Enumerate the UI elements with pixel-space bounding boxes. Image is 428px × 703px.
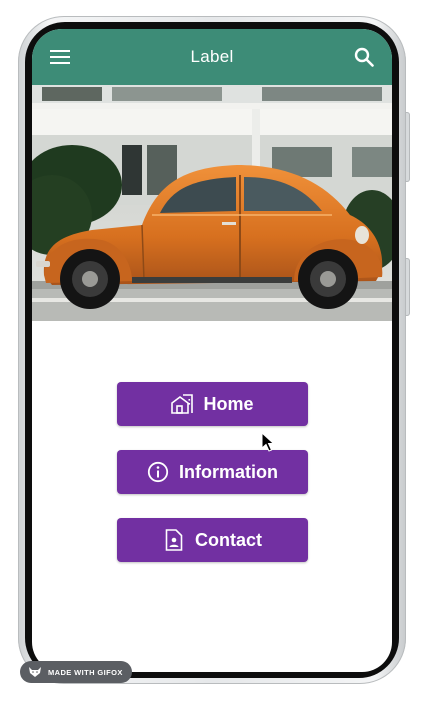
contact-button[interactable]: Contact <box>117 518 308 562</box>
house-icon <box>171 393 194 415</box>
information-button-label: Information <box>179 461 278 482</box>
hero-car-image <box>32 85 392 321</box>
home-button-label: Home <box>203 393 254 414</box>
phone-power-button <box>405 258 410 316</box>
home-button[interactable]: Home <box>117 382 308 426</box>
app-screen: Label Home Information Contact <box>32 29 392 672</box>
contact-button-label: Contact <box>195 529 262 550</box>
info-circle-icon <box>147 461 169 483</box>
mouse-cursor-icon <box>261 432 275 452</box>
information-button[interactable]: Information <box>117 450 308 494</box>
gifox-watermark: MADE WITH GIFOX <box>20 661 132 683</box>
hamburger-menu-icon[interactable] <box>32 29 88 85</box>
phone-volume-button <box>405 112 410 182</box>
app-bar: Label <box>32 29 392 85</box>
contact-card-icon <box>163 529 185 551</box>
watermark-text: MADE WITH GIFOX <box>48 667 123 677</box>
app-bar-title: Label <box>190 47 234 66</box>
fox-logo-icon <box>29 667 41 677</box>
search-icon[interactable] <box>336 29 392 85</box>
